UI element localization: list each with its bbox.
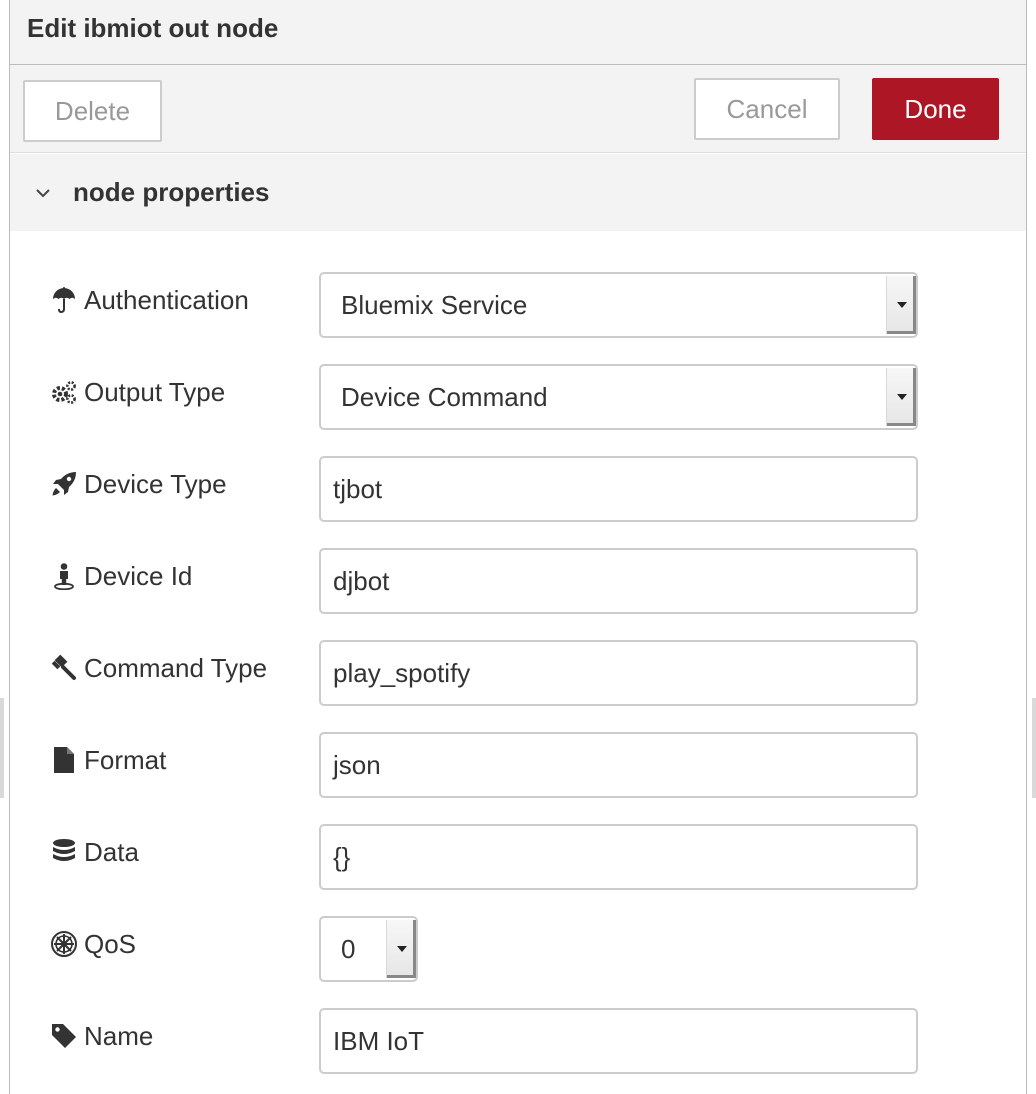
form-row-authentication: Authentication Bluemix Service [10,272,1026,338]
qos-dropdown-toggle[interactable] [386,920,416,978]
edit-tray: Edit ibmiot out node Delete Cancel Done … [9,0,1027,1094]
tray-header: Edit ibmiot out node [10,0,1026,65]
data-input[interactable]: {} [319,824,918,890]
qos-value: 0 [341,933,356,964]
authentication-label-text: Authentication [84,284,249,315]
device-id-input[interactable]: djbot [319,548,918,614]
form-row-qos: QoS 0 [10,916,1026,982]
form-row-device-id: Device Id djbot [10,548,1026,614]
node-properties-header[interactable]: node properties [10,154,1026,231]
form-row-data: Data {} [10,824,1026,890]
section-title: node properties [73,177,270,207]
form-row-device-type: Device Type tjbot [10,456,1026,522]
right-resize-handle[interactable] [1032,698,1036,798]
authentication-select[interactable]: Bluemix Service [319,272,918,338]
command-type-input[interactable]: play_spotify [319,640,918,706]
empire-icon [50,930,78,958]
device-id-label: Device Id [50,548,192,614]
dialog-title: Edit ibmiot out node [27,13,279,43]
authentication-value: Bluemix Service [341,289,528,320]
umbrella-icon [50,286,78,314]
form-row-command-type: Command Type play_spotify [10,640,1026,706]
command-type-label: Command Type [50,640,267,706]
file-icon [50,746,78,774]
qos-label: QoS [50,916,136,982]
form-row-output-type: Output Type Device Command [10,364,1026,430]
data-label: Data [50,824,139,890]
authentication-dropdown-toggle[interactable] [886,276,916,334]
format-label-text: Format [84,744,167,775]
format-label: Format [50,732,166,798]
data-label-text: Data [84,836,139,867]
authentication-label: Authentication [50,272,249,338]
device-id-label-text: Device Id [84,560,193,591]
device-type-label: Device Type [50,456,227,522]
qos-label-text: QoS [84,928,137,959]
caret-down-icon [396,946,407,952]
command-type-label-text: Command Type [84,652,268,683]
done-button[interactable]: Done [872,78,999,140]
qos-select[interactable]: 0 [319,916,418,982]
chevron-down-icon[interactable] [34,184,52,202]
name-label: Name [50,1008,153,1074]
tag-icon [50,1022,78,1050]
output-type-select[interactable]: Device Command [319,364,918,430]
rocket-icon [50,470,78,498]
street-view-icon [50,562,78,590]
database-icon [50,838,78,866]
device-type-input[interactable]: tjbot [319,456,918,522]
format-input[interactable]: json [319,732,918,798]
cancel-button[interactable]: Cancel [694,78,840,140]
output-type-dropdown-toggle[interactable] [886,368,916,426]
output-type-label-text: Output Type [84,376,226,407]
tray-toolbar: Delete Cancel Done [10,65,1026,153]
name-label-text: Name [84,1020,154,1051]
output-type-label: Output Type [50,364,225,430]
output-type-value: Device Command [341,381,548,412]
device-type-label-text: Device Type [84,468,227,499]
name-input[interactable]: IBM IoT [319,1008,918,1074]
delete-button[interactable]: Delete [23,80,162,142]
gavel-icon [50,654,78,682]
form-row-name: Name IBM IoT [10,1008,1026,1074]
caret-down-icon [896,302,907,308]
left-resize-handle[interactable] [0,698,4,798]
caret-down-icon [896,394,907,400]
gears-icon [50,378,78,406]
form-row-format: Format json [10,732,1026,798]
